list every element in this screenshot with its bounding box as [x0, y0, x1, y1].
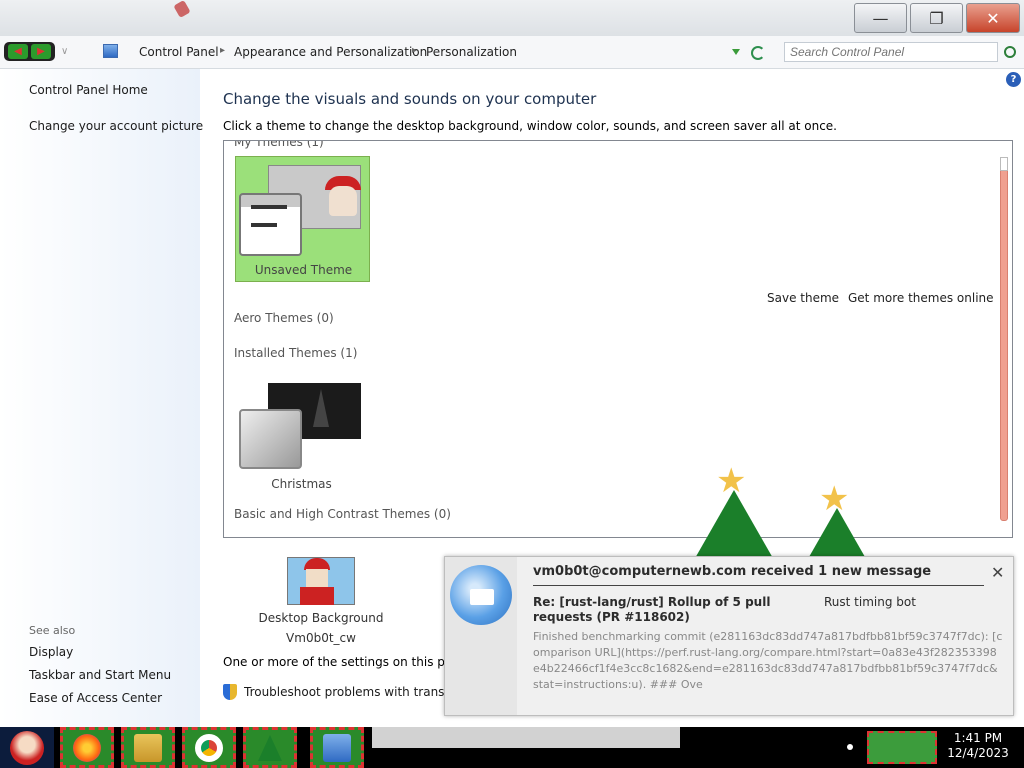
sidebar: Control Panel Home Change your account p… [0, 69, 203, 727]
window-color-preview [239, 193, 302, 256]
taskbar-christmas-tree[interactable] [243, 727, 297, 768]
breadcrumb-control-panel[interactable]: Control Panel [139, 45, 219, 59]
show-hidden-icons-icon[interactable] [847, 744, 853, 750]
window-color-preview [239, 409, 302, 469]
address-bar: ◀ ▶ ∨ Control Panel ▸ Appearance and Per… [0, 36, 1024, 69]
refresh-icon[interactable] [751, 46, 765, 60]
address-dropdown-icon[interactable] [732, 49, 740, 55]
theme-label: Christmas [271, 477, 332, 491]
breadcrumb-appearance[interactable]: Appearance and Personalization [234, 45, 427, 59]
cursor-icon [173, 0, 191, 19]
basic-themes-heading: Basic and High Contrast Themes (0) [234, 507, 451, 521]
theme-unsaved[interactable]: Unsaved Theme [235, 156, 370, 282]
aero-themes-heading: Aero Themes (0) [234, 311, 334, 325]
clock-time: 1:41 PM [953, 731, 1003, 745]
my-themes-heading: My Themes (1) [234, 140, 324, 149]
theme-label: Unsaved Theme [254, 263, 353, 277]
get-more-themes-link[interactable]: Get more themes online [848, 291, 994, 305]
recent-pages-chevron-icon[interactable]: ∨ [61, 46, 68, 57]
breadcrumb-separator-icon[interactable]: ▸ [412, 45, 417, 56]
maximize-button[interactable]: ❐ [910, 3, 963, 33]
themes-scrollbar[interactable] [1000, 157, 1008, 521]
control-panel-icon [323, 733, 351, 762]
taskbar-control-panel[interactable] [310, 727, 364, 768]
search-icon[interactable] [1004, 46, 1016, 58]
breadcrumb-separator-icon[interactable]: ▸ [220, 45, 225, 56]
sidebar-change-account-picture[interactable]: Change your account picture [29, 119, 203, 133]
save-theme-link[interactable]: Save theme [767, 291, 839, 305]
firefox-icon [73, 733, 101, 762]
shield-icon [223, 684, 237, 700]
file-explorer-icon [134, 733, 162, 762]
themes-list: My Themes (1) Unsaved Theme Save theme G… [223, 140, 1013, 538]
sidebar-control-panel-home[interactable]: Control Panel Home [29, 83, 148, 97]
sidebar-ease-of-access[interactable]: Ease of Access Center [29, 691, 162, 705]
scrollbar-up-arrow[interactable] [1000, 157, 1008, 171]
settings-note: One or more of the settings on this page… [223, 655, 445, 669]
taskbar-firefox[interactable] [60, 727, 114, 768]
installed-themes-heading: Installed Themes (1) [234, 346, 358, 360]
back-button[interactable]: ◀ [8, 44, 28, 59]
title-bar[interactable]: — ❐ ✕ [0, 0, 1024, 36]
page-subtitle: Click a theme to change the desktop back… [223, 119, 837, 133]
page-title: Change the visuals and sounds on your co… [223, 90, 597, 108]
chrome-icon [195, 733, 223, 762]
notification-title: vm0b0t@computernewb.com received 1 new m… [533, 564, 932, 579]
notification-sender: Rust timing bot [824, 595, 916, 609]
taskbar: 1:41 PM 12/4/2023 [0, 727, 1024, 768]
desktop-background-link[interactable]: Desktop Background [252, 611, 390, 625]
clock-date: 12/4/2023 [947, 746, 1009, 760]
christmas-tree-icon [258, 734, 282, 761]
sidebar-display[interactable]: Display [29, 645, 73, 659]
help-icon[interactable]: ? [1006, 72, 1021, 87]
nav-buttons: ◀ ▶ [4, 42, 55, 61]
santa-start-icon [10, 730, 44, 765]
taskbar-file-explorer[interactable] [121, 727, 175, 768]
search-input[interactable] [784, 42, 998, 62]
background-name: Vm0b0t_cw [286, 631, 356, 645]
troubleshoot-link[interactable]: Troubleshoot problems with transpare [244, 685, 445, 699]
close-button[interactable]: ✕ [966, 3, 1020, 33]
start-button[interactable] [0, 727, 54, 768]
desktop-background-thumbnail[interactable] [287, 557, 355, 605]
forward-button[interactable]: ▶ [31, 44, 51, 59]
taskbar-empty-region [372, 727, 680, 748]
notification-subject: Re: [rust-lang/rust] Rollup of 5 pull re… [533, 595, 771, 624]
minimize-button[interactable]: — [854, 3, 907, 33]
notification-body: Finished benchmarking commit (e281163dc8… [533, 630, 1003, 691]
mail-notification[interactable]: vm0b0t@computernewb.com received 1 new m… [444, 556, 1014, 716]
sidebar-taskbar-start-menu[interactable]: Taskbar and Start Menu [29, 668, 171, 682]
breadcrumb-personalization[interactable]: Personalization [426, 45, 517, 59]
close-icon[interactable]: ✕ [991, 563, 1004, 582]
system-tray[interactable] [867, 731, 937, 764]
thunderbird-icon [450, 565, 512, 625]
clock[interactable]: 1:41 PM 12/4/2023 [944, 731, 1012, 761]
see-also-heading: See also [29, 624, 76, 637]
taskbar-chrome[interactable] [182, 727, 236, 768]
control-panel-icon [103, 44, 118, 58]
